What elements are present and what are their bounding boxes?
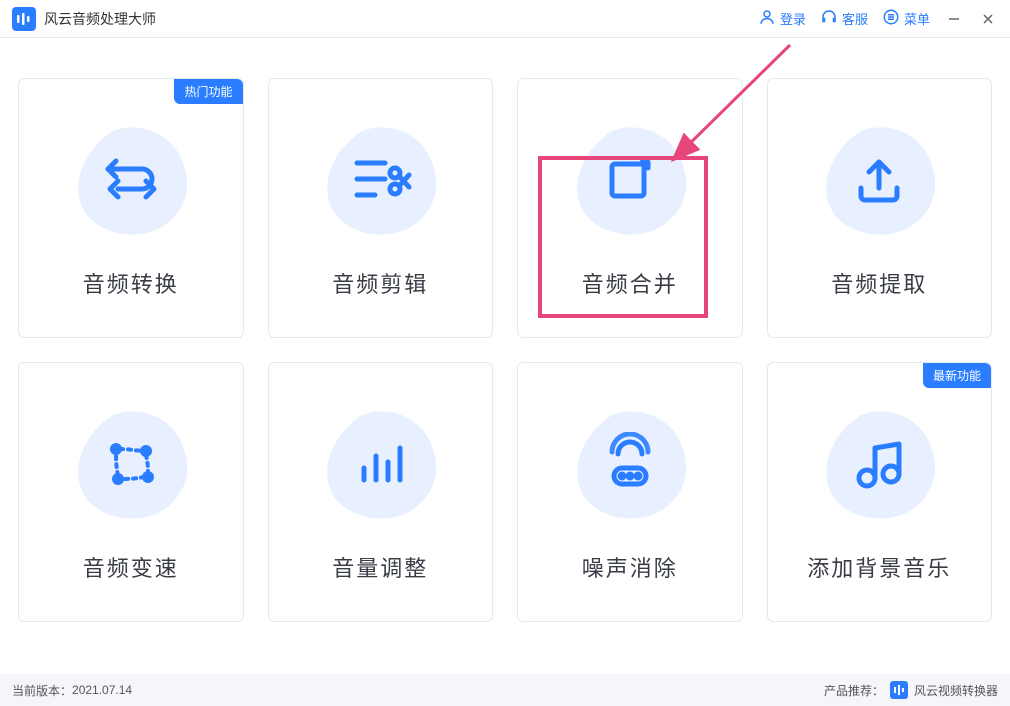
menu-icon xyxy=(882,8,900,29)
titlebar: 风云音频处理大师 登录 客服 菜单 xyxy=(0,0,1010,38)
recommend-label: 产品推荐： xyxy=(824,682,884,699)
main-grid: 热门功能 音频转换 音频 xyxy=(0,38,1010,622)
close-button[interactable] xyxy=(978,9,998,29)
card-label: 音频转换 xyxy=(83,267,179,299)
card-label: 添加背景音乐 xyxy=(807,551,951,583)
login-label: 登录 xyxy=(780,9,806,28)
service-label: 客服 xyxy=(842,9,868,28)
service-button[interactable]: 客服 xyxy=(820,8,868,29)
card-noise-remove[interactable]: 噪声消除 xyxy=(517,362,743,622)
extract-icon xyxy=(809,118,949,243)
footer-right: 产品推荐： 风云视频转换器 xyxy=(824,681,998,699)
cut-icon xyxy=(310,118,450,243)
version-value: 2021.07.14 xyxy=(72,683,132,697)
music-icon xyxy=(809,402,949,527)
card-audio-extract[interactable]: 音频提取 xyxy=(767,78,993,338)
card-audio-cut[interactable]: 音频剪辑 xyxy=(268,78,494,338)
noise-icon xyxy=(560,402,700,527)
card-add-bgmusic[interactable]: 最新功能 添加背景音乐 xyxy=(767,362,993,622)
menu-button[interactable]: 菜单 xyxy=(882,8,930,29)
login-button[interactable]: 登录 xyxy=(758,8,806,29)
merge-icon xyxy=(560,118,700,243)
recommend-logo-icon xyxy=(890,681,908,699)
volume-icon xyxy=(310,402,450,527)
app-logo-icon xyxy=(12,7,36,31)
footer: 当前版本： 2021.07.14 产品推荐： 风云视频转换器 xyxy=(0,674,1010,706)
card-audio-merge[interactable]: 音频合并 xyxy=(517,78,743,338)
card-label: 音频合并 xyxy=(582,267,678,299)
card-label: 音频提取 xyxy=(831,267,927,299)
convert-icon xyxy=(61,118,201,243)
card-label: 音量调整 xyxy=(332,551,428,583)
user-icon xyxy=(758,8,776,29)
app-title: 风云音频处理大师 xyxy=(44,9,156,29)
menu-label: 菜单 xyxy=(904,9,930,28)
card-volume-adjust[interactable]: 音量调整 xyxy=(268,362,494,622)
card-audio-convert[interactable]: 热门功能 音频转换 xyxy=(18,78,244,338)
version-label: 当前版本： xyxy=(12,682,72,699)
speed-icon xyxy=(61,402,201,527)
card-label: 噪声消除 xyxy=(582,551,678,583)
minimize-button[interactable] xyxy=(944,9,964,29)
recommend-product[interactable]: 风云视频转换器 xyxy=(914,682,998,699)
card-audio-speed[interactable]: 音频变速 xyxy=(18,362,244,622)
headset-icon xyxy=(820,8,838,29)
badge-hot: 热门功能 xyxy=(174,79,242,104)
titlebar-right: 登录 客服 菜单 xyxy=(758,8,998,29)
card-label: 音频变速 xyxy=(83,551,179,583)
card-label: 音频剪辑 xyxy=(332,267,428,299)
badge-new: 最新功能 xyxy=(923,363,991,388)
